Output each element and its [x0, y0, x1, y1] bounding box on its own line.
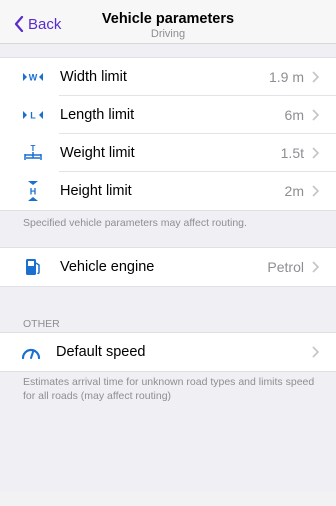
length-limit-icon: L	[22, 104, 44, 126]
height-limit-row[interactable]: H Height limit 2m	[0, 172, 336, 210]
limits-group: W Width limit 1.9 m L Length limit 6m T	[0, 57, 336, 211]
svg-text:H: H	[30, 187, 37, 197]
width-limit-icon: W	[22, 66, 44, 88]
chevron-right-icon	[312, 109, 320, 121]
weight-limit-label: Weight limit	[60, 145, 135, 161]
engine-group: Vehicle engine Petrol	[0, 247, 336, 287]
svg-text:W: W	[29, 73, 38, 83]
vehicle-engine-label: Vehicle engine	[60, 259, 155, 275]
chevron-right-icon	[312, 261, 320, 273]
weight-limit-value: 1.5t	[280, 145, 304, 161]
height-limit-icon: H	[22, 180, 44, 202]
length-limit-label: Length limit	[60, 107, 135, 123]
fuel-pump-icon	[22, 256, 44, 278]
chevron-right-icon	[312, 185, 320, 197]
limits-note: Specified vehicle parameters may affect …	[23, 217, 247, 229]
page-title: Vehicle parameters	[101, 11, 235, 27]
default-speed-label: Default speed	[56, 344, 146, 360]
weight-limit-row[interactable]: T Weight limit 1.5t	[0, 134, 336, 172]
other-group: Default speed	[0, 332, 336, 372]
length-limit-value: 6m	[284, 107, 304, 123]
speedometer-icon	[20, 341, 42, 363]
width-limit-value: 1.9 m	[268, 69, 304, 85]
svg-text:T: T	[31, 144, 36, 153]
width-limit-label: Width limit	[60, 69, 127, 85]
default-speed-note: Estimates arrival time for unknown road …	[23, 376, 315, 402]
chevron-right-icon	[312, 71, 320, 83]
bottom-strip	[0, 492, 336, 506]
other-section-header: OTHER	[23, 318, 60, 330]
weight-limit-icon: T	[22, 142, 44, 164]
chevron-right-icon	[312, 346, 320, 358]
vehicle-engine-row[interactable]: Vehicle engine Petrol	[0, 248, 336, 286]
height-limit-label: Height limit	[60, 183, 132, 199]
vehicle-engine-value: Petrol	[267, 259, 304, 275]
width-limit-row[interactable]: W Width limit 1.9 m	[0, 58, 336, 96]
page-subtitle: Driving	[150, 28, 186, 40]
height-limit-value: 2m	[284, 183, 304, 199]
svg-text:L: L	[30, 111, 36, 121]
length-limit-row[interactable]: L Length limit 6m	[0, 96, 336, 134]
default-speed-row[interactable]: Default speed	[0, 333, 336, 371]
chevron-right-icon	[312, 147, 320, 159]
navigation-bar: Back Vehicle parameters Driving	[0, 0, 336, 44]
